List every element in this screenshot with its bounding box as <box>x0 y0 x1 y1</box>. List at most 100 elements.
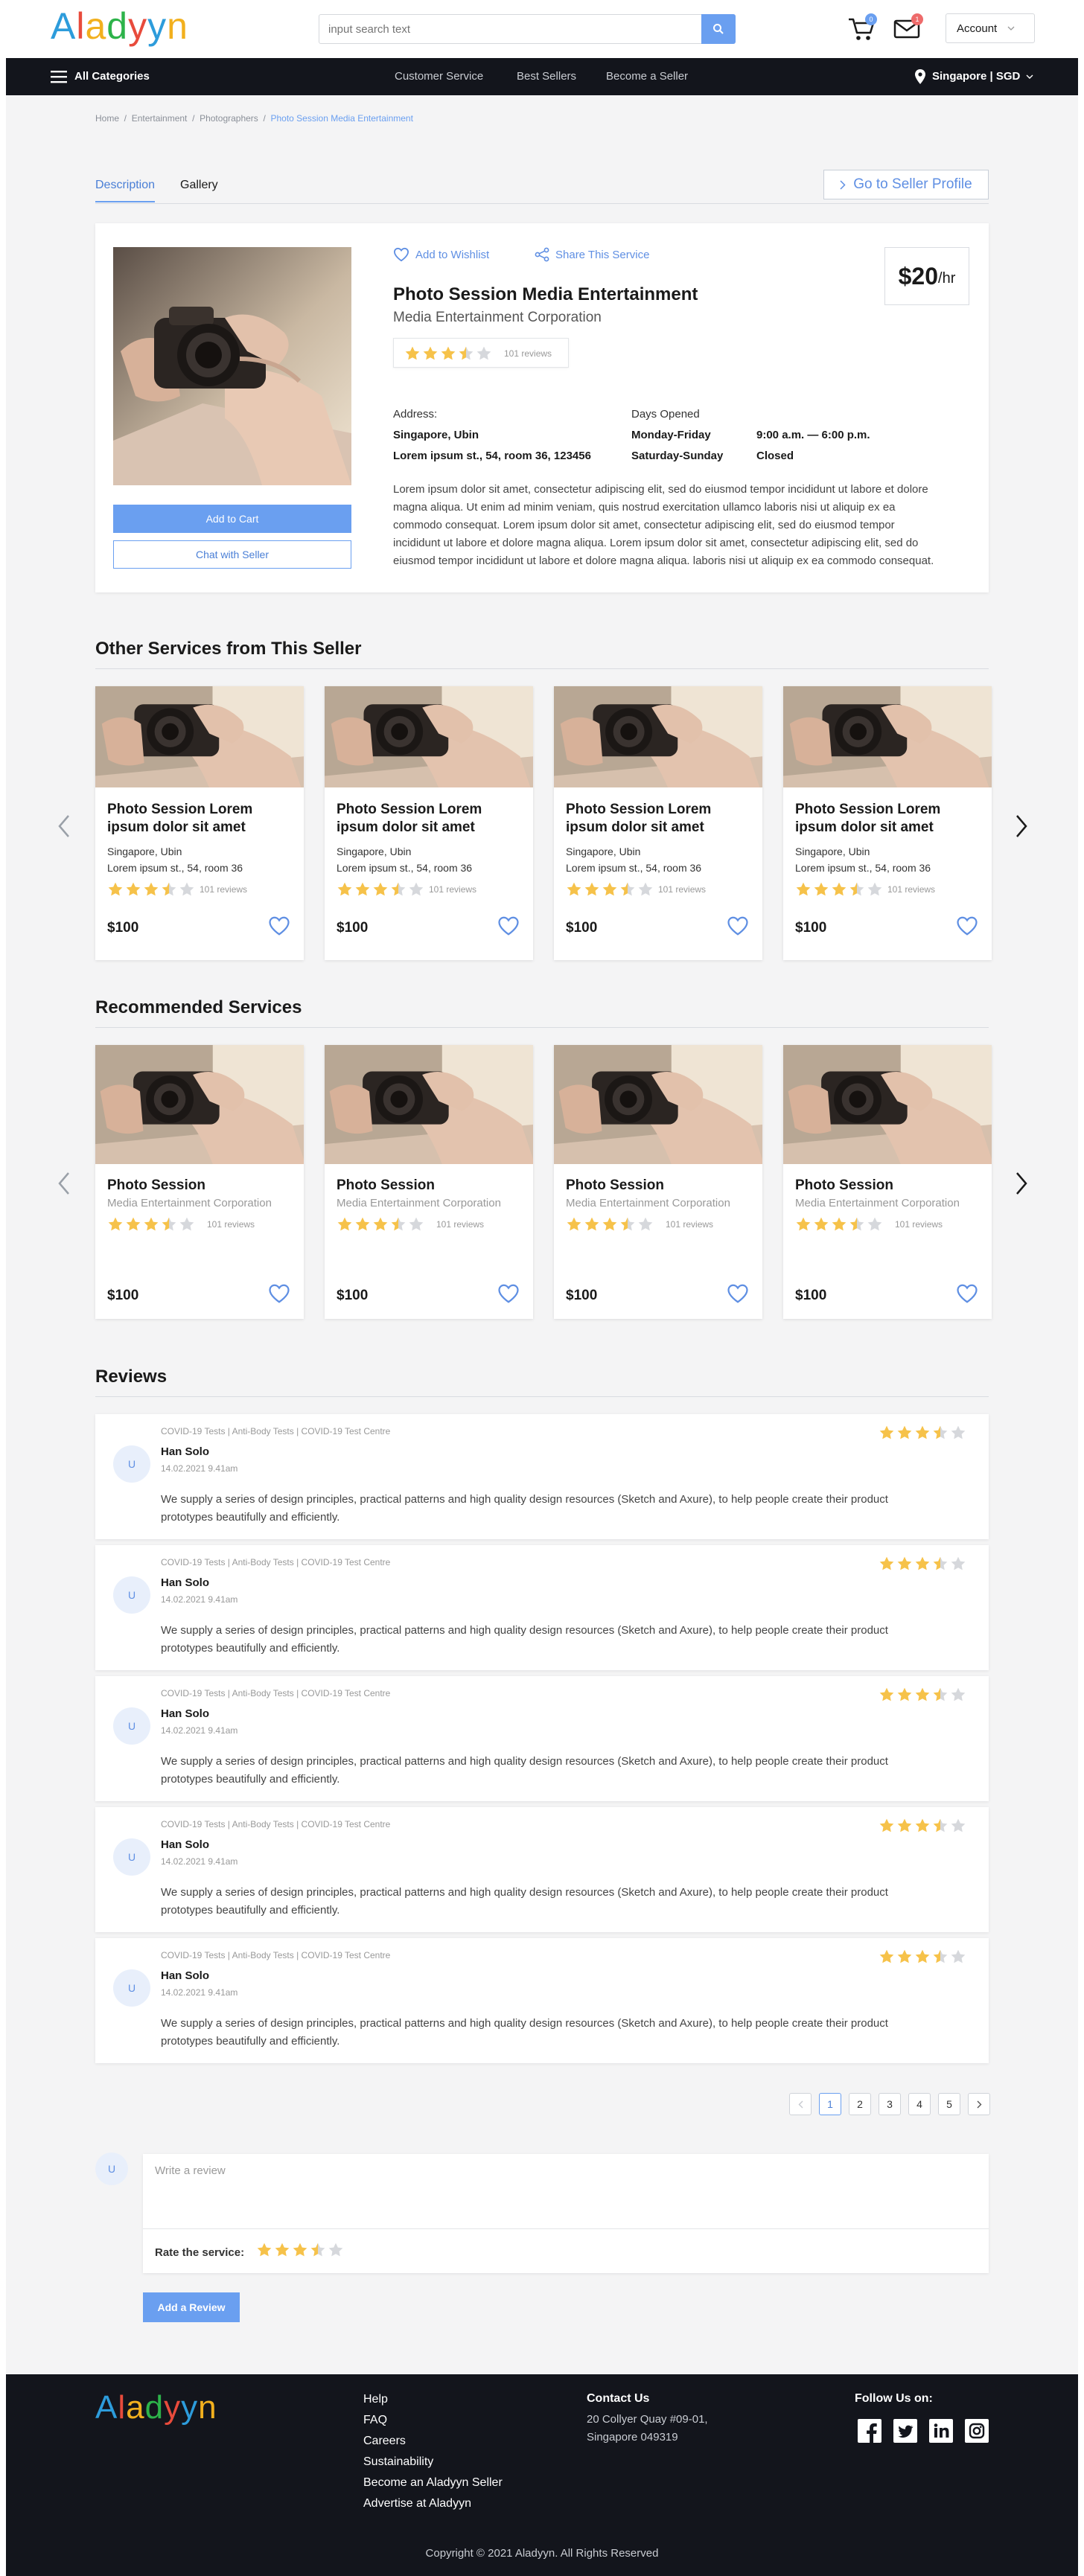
nav-link-customer-service[interactable]: Customer Service <box>395 58 483 95</box>
service-title[interactable]: Photo Session <box>337 1177 435 1194</box>
service-photo[interactable] <box>783 686 992 787</box>
service-reviews-count[interactable]: 101 reviews <box>429 884 476 895</box>
wishlist-button[interactable] <box>956 1283 978 1308</box>
region-selector[interactable]: Singapore | SGD <box>914 58 1033 95</box>
service-reviews-count[interactable]: 101 reviews <box>895 1219 943 1230</box>
product-photo[interactable] <box>113 247 351 485</box>
service-title[interactable]: Photo Session Lorem ipsum dolor sit amet <box>337 801 523 837</box>
service-reviews-count[interactable]: 101 reviews <box>207 1219 255 1230</box>
footer-link-careers[interactable]: Careers <box>363 2431 503 2452</box>
all-categories-button[interactable]: All Categories <box>51 58 150 95</box>
service-photo[interactable] <box>554 1045 762 1164</box>
camera-photo-image <box>113 247 351 485</box>
service-company[interactable]: Media Entertainment Corporation <box>795 1197 960 1209</box>
wishlist-button[interactable] <box>497 915 520 940</box>
contact-address-line: 20 Collyer Quay #09-01, <box>587 2413 708 2426</box>
service-photo[interactable] <box>95 686 304 787</box>
chevron-left-icon[interactable] <box>55 811 73 841</box>
rate-service-stars[interactable] <box>256 2242 344 2258</box>
service-reviews-count[interactable]: 101 reviews <box>436 1219 484 1230</box>
page-2-button[interactable]: 2 <box>849 2093 871 2115</box>
review-textarea[interactable]: Write a review <box>155 2164 974 2228</box>
nav-link-become-seller[interactable]: Become a Seller <box>606 58 688 95</box>
next-page-button[interactable] <box>968 2093 990 2115</box>
wishlist-button[interactable] <box>727 915 749 940</box>
service-photo[interactable] <box>325 686 533 787</box>
service-title[interactable]: Photo Session <box>795 1177 893 1194</box>
chat-with-seller-button[interactable]: Chat with Seller <box>113 540 351 569</box>
service-reviews-count[interactable]: 101 reviews <box>666 1219 713 1230</box>
footer-logo[interactable]: Aladyyn <box>95 2389 217 2426</box>
footer-link-sustainability[interactable]: Sustainability <box>363 2452 503 2473</box>
service-title[interactable]: Photo Session Lorem ipsum dolor sit amet <box>566 801 752 837</box>
chevron-right-icon[interactable] <box>1013 1169 1030 1198</box>
service-title[interactable]: Photo Session <box>566 1177 664 1194</box>
mail-button[interactable]: 1 <box>893 13 923 43</box>
camera-photo-image <box>325 1045 533 1164</box>
service-company[interactable]: Media Entertainment Corporation <box>337 1197 501 1209</box>
service-title[interactable]: Photo Session Lorem ipsum dolor sit amet <box>107 801 293 837</box>
company-name[interactable]: Media Entertainment Corporation <box>393 310 602 326</box>
star-icon <box>879 1818 894 1832</box>
cart-button[interactable]: 0 <box>847 13 877 43</box>
wishlist-button[interactable] <box>727 1283 749 1308</box>
page-5-button[interactable]: 5 <box>938 2093 960 2115</box>
star-icon <box>391 882 406 896</box>
service-photo[interactable] <box>554 686 762 787</box>
star-icon <box>867 882 882 896</box>
recommended-card[interactable]: Photo Session Media Entertainment Corpor… <box>783 1045 992 1319</box>
service-company[interactable]: Media Entertainment Corporation <box>566 1197 730 1209</box>
twitter-icon[interactable] <box>893 2419 917 2443</box>
add-to-cart-button[interactable]: Add to Cart <box>113 505 351 533</box>
wishlist-button[interactable] <box>956 915 978 940</box>
instagram-icon[interactable] <box>965 2419 989 2443</box>
breadcrumb-photographers[interactable]: Photographers <box>200 113 258 124</box>
tab-gallery[interactable]: Gallery <box>180 179 218 192</box>
logo[interactable]: Aladyyn <box>51 4 188 48</box>
service-photo[interactable] <box>325 1045 533 1164</box>
recommended-card[interactable]: Photo Session Media Entertainment Corpor… <box>554 1045 762 1319</box>
service-company[interactable]: Media Entertainment Corporation <box>107 1197 272 1209</box>
page-4-button[interactable]: 4 <box>908 2093 931 2115</box>
add-review-button[interactable]: Add a Review <box>143 2292 240 2322</box>
page-1-button[interactable]: 1 <box>819 2093 841 2115</box>
wishlist-button[interactable] <box>268 915 290 940</box>
recommended-card[interactable]: Photo Session Media Entertainment Corpor… <box>325 1045 533 1319</box>
chevron-left-icon[interactable] <box>55 1169 73 1198</box>
service-reviews-count[interactable]: 101 reviews <box>200 884 247 895</box>
linkedin-icon[interactable] <box>929 2419 953 2443</box>
service-photo[interactable] <box>783 1045 992 1164</box>
service-photo[interactable] <box>95 1045 304 1164</box>
service-title[interactable]: Photo Session <box>107 1177 205 1194</box>
location-pin-icon <box>915 69 925 84</box>
footer-link-faq[interactable]: FAQ <box>363 2410 503 2431</box>
footer-link-advertise[interactable]: Advertise at Aladyyn <box>363 2493 503 2514</box>
service-title[interactable]: Photo Session Lorem ipsum dolor sit amet <box>795 801 981 837</box>
wishlist-button[interactable] <box>497 1283 520 1308</box>
breadcrumb-home[interactable]: Home <box>95 113 119 124</box>
product-title: Photo Session Media Entertainment <box>393 284 698 304</box>
review-tags: COVID-19 Tests | Anti-Body Tests | COVID… <box>161 1688 391 1698</box>
nav-link-best-sellers[interactable]: Best Sellers <box>517 58 576 95</box>
service-reviews-count[interactable]: 101 reviews <box>887 884 935 895</box>
service-reviews-count[interactable]: 101 reviews <box>658 884 706 895</box>
account-dropdown[interactable]: Account <box>946 13 1035 43</box>
footer-link-help[interactable]: Help <box>363 2389 503 2410</box>
search-input[interactable] <box>319 15 692 43</box>
tab-description[interactable]: Description <box>95 179 156 202</box>
footer-link-become-seller[interactable]: Become an Aladyyn Seller <box>363 2473 503 2493</box>
reviews-count[interactable]: 101 reviews <box>504 348 552 359</box>
recommended-card[interactable]: Photo Session Media Entertainment Corpor… <box>95 1045 304 1319</box>
facebook-icon[interactable] <box>858 2419 881 2443</box>
chevron-right-icon[interactable] <box>1013 811 1030 841</box>
page-3-button[interactable]: 3 <box>879 2093 901 2115</box>
breadcrumb-entertainment[interactable]: Entertainment <box>132 113 188 124</box>
logo-letter: d <box>144 2389 165 2426</box>
prev-page-button[interactable] <box>789 2093 812 2115</box>
share-button[interactable]: Share This Service <box>535 247 649 262</box>
breadcrumb-current[interactable]: Photo Session Media Entertainment <box>270 113 412 124</box>
add-to-wishlist-button[interactable]: Add to Wishlist <box>393 247 489 262</box>
search-button[interactable] <box>701 14 736 44</box>
go-to-seller-profile-button[interactable]: Go to Seller Profile <box>823 170 989 199</box>
wishlist-button[interactable] <box>268 1283 290 1308</box>
